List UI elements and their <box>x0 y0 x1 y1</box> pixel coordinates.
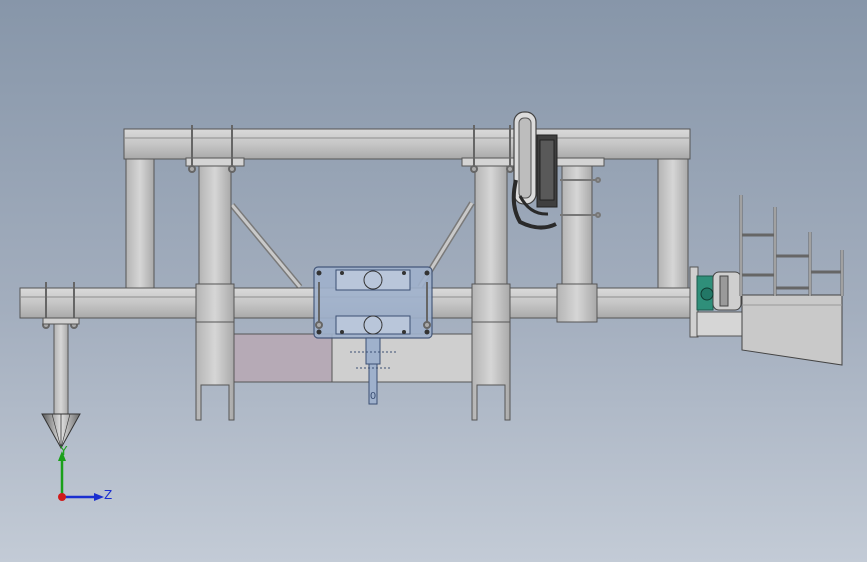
right-drive-unit <box>689 266 744 338</box>
gearbox-assembly <box>313 266 433 405</box>
hopper-tray <box>741 294 843 366</box>
z-axis-label: Z <box>104 488 112 502</box>
plow-shank <box>41 317 81 450</box>
origin-marker <box>58 493 66 501</box>
right-tines-highlight <box>740 195 843 296</box>
orientation-triad[interactable]: Y Z <box>40 445 130 515</box>
machine-frame-model[interactable]: 0 <box>0 0 867 562</box>
right-tines <box>739 195 844 296</box>
lower-panel <box>231 333 475 383</box>
y-axis-label: Y <box>59 445 68 458</box>
top-beam <box>123 128 691 160</box>
z-axis-arrow-icon <box>94 493 104 501</box>
cad-viewport[interactable]: 0 Y Z <box>0 0 867 562</box>
gearbox-label: 0 <box>370 391 376 402</box>
